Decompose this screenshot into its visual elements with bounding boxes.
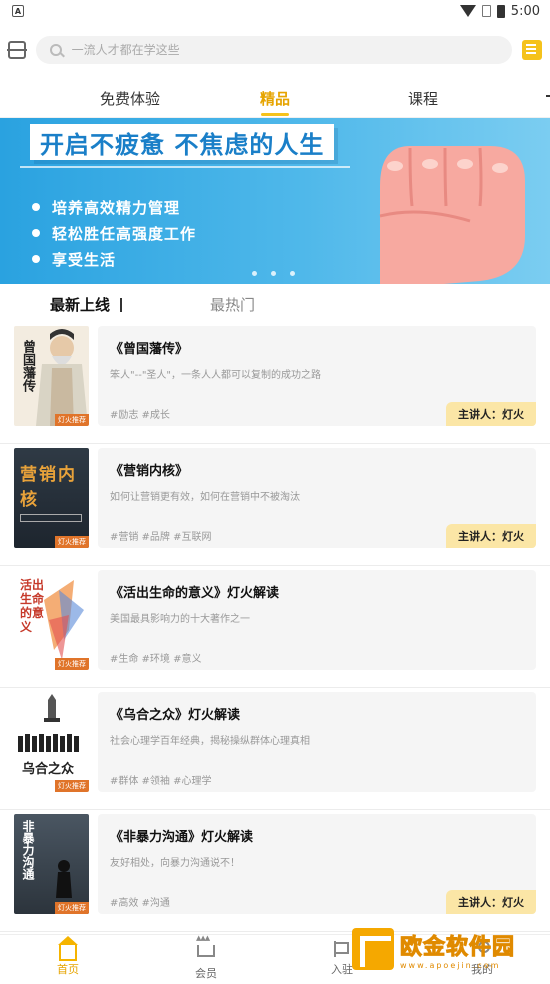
promo-banner[interactable]: 开启不疲惫 不焦虑的人生 培养高效精力管理 轻松胜任高强度工作 享受生活 xyxy=(0,118,550,284)
course-cover[interactable]: 乌合之众 灯火推荐 xyxy=(14,692,89,792)
list-subtabs: 最新上线 最热门 xyxy=(0,284,550,324)
course-item[interactable]: 乌合之众 灯火推荐 《乌合之众》灯火解读 社会心理学百年经典，揭秘操纵群体心理真… xyxy=(0,688,550,810)
cover-label: 灯火推荐 xyxy=(55,414,89,426)
course-desc: 如何让营销更有效，如何在营销中不被淘汰 xyxy=(110,492,300,503)
tab-free-trial[interactable]: 免费体验 xyxy=(100,78,160,118)
course-card[interactable]: 《非暴力沟通》灯火解读 友好相处，向暴力沟通说不！ #高效 #沟通 主讲人：灯火 xyxy=(98,814,536,914)
cover-label: 灯火推荐 xyxy=(55,536,89,548)
watermark-text: 欧金软件园 xyxy=(399,934,516,960)
crown-icon xyxy=(196,934,215,957)
nav-vip[interactable]: 会员 xyxy=(176,934,236,981)
nav-vip-label: 会员 xyxy=(195,967,217,980)
battery-icon xyxy=(496,4,505,18)
notes-icon[interactable] xyxy=(522,40,542,60)
banner-point-text: 轻松胜任高强度工作 xyxy=(52,224,197,243)
course-cover[interactable]: 营销内核 灯火推荐 xyxy=(14,448,89,548)
cover-label: 灯火推荐 xyxy=(55,780,89,792)
banner-title: 开启不疲惫 不焦虑的人生 xyxy=(40,130,325,159)
subtab-hottest[interactable]: 最热门 xyxy=(210,294,255,315)
sim-icon xyxy=(481,5,491,17)
nav-home-label: 首页 xyxy=(57,963,79,976)
course-title: 《非暴力沟通》灯火解读 xyxy=(110,830,254,845)
bullet-icon xyxy=(32,255,40,263)
carousel-dot[interactable] xyxy=(252,271,257,276)
cover-art xyxy=(18,694,79,752)
banner-point: 享受生活 xyxy=(32,246,196,272)
course-item[interactable]: 活出生命的意义 灯火推荐 《活出生命的意义》灯火解读 美国最具影响力的十大著作之… xyxy=(0,566,550,688)
speaker-badge: 主讲人：灯火 xyxy=(446,524,536,548)
search-bar xyxy=(0,22,550,78)
banner-point: 轻松胜任高强度工作 xyxy=(32,220,196,246)
course-card[interactable]: 《乌合之众》灯火解读 社会心理学百年经典，揭秘操纵群体心理真相 #群体 #领袖 … xyxy=(98,692,536,792)
course-tags: #群体 #领袖 #心理学 xyxy=(110,776,212,787)
course-card[interactable]: 《曾国藩传》 笨人"--"圣人"，一条人人都可以复制的成功之路 #励志 #成长 … xyxy=(98,326,536,426)
course-desc: 社会心理学百年经典，揭秘操纵群体心理真相 xyxy=(110,736,310,747)
cover-decoration xyxy=(20,514,82,522)
search-input[interactable] xyxy=(71,43,498,57)
cover-text: 活出生命的意义 xyxy=(20,578,45,634)
course-tags: #营销 #品牌 #互联网 xyxy=(110,532,212,543)
cover-text: 营销内核 xyxy=(20,465,77,510)
status-time: 5:00 xyxy=(510,3,540,19)
watermark-logo-icon xyxy=(352,928,394,970)
course-tags: #高效 #沟通 xyxy=(110,898,170,909)
carousel-dot[interactable] xyxy=(271,271,276,276)
speaker-badge: 主讲人：灯火 xyxy=(446,890,536,914)
banner-point-text: 享受生活 xyxy=(52,250,117,269)
course-card[interactable]: 《营销内核》 如何让营销更有效，如何在营销中不被淘汰 #营销 #品牌 #互联网 … xyxy=(98,448,536,548)
banner-point: 培养高效精力管理 xyxy=(32,194,196,220)
bullet-icon xyxy=(32,203,40,211)
scan-icon[interactable] xyxy=(7,41,27,59)
course-item[interactable]: 非暴力沟通 灯火推荐 《非暴力沟通》灯火解读 友好相处，向暴力沟通说不！ #高效… xyxy=(0,810,550,932)
subtab-cursor xyxy=(120,298,122,312)
course-desc: 美国最具影响力的十大著作之一 xyxy=(110,614,250,625)
more-tabs-indicator[interactable] xyxy=(546,95,550,97)
cover-text: 乌合之众 xyxy=(22,762,75,777)
course-tags: #励志 #成长 xyxy=(110,410,170,421)
wifi-icon xyxy=(459,5,476,17)
tab-courses[interactable]: 课程 xyxy=(408,78,438,118)
tab-boutique[interactable]: 精品 xyxy=(260,78,290,118)
course-title: 《营销内核》 xyxy=(110,464,189,479)
status-bar: A 5:00 xyxy=(0,0,550,22)
course-cover[interactable]: 曾国藩传 灯火推荐 xyxy=(14,326,89,426)
banner-point-text: 培养高效精力管理 xyxy=(52,198,181,217)
status-icons: 5:00 xyxy=(459,3,540,19)
course-desc: 友好相处，向暴力沟通说不！ xyxy=(110,858,240,869)
fist-illustration xyxy=(379,146,525,284)
speaker-badge: 主讲人：灯火 xyxy=(446,402,536,426)
carousel-dot[interactable] xyxy=(290,271,295,276)
course-title: 《乌合之众》灯火解读 xyxy=(110,708,241,723)
home-icon xyxy=(58,936,78,961)
bullet-icon xyxy=(32,229,40,237)
notification-icon: A xyxy=(12,5,24,17)
watermark-url: www.apoejin.com xyxy=(400,960,501,970)
carousel-dots[interactable] xyxy=(252,271,295,276)
course-card[interactable]: 《活出生命的意义》灯火解读 美国最具影响力的十大著作之一 #生命 #环境 #意义 xyxy=(98,570,536,670)
cover-art xyxy=(56,860,72,898)
course-title: 《曾国藩传》 xyxy=(110,342,189,357)
nav-join-label: 入驻 xyxy=(331,963,353,976)
course-tags: #生命 #环境 #意义 xyxy=(110,654,202,665)
cover-text: 曾国藩传 xyxy=(20,340,35,392)
category-tabs: 免费体验 精品 课程 xyxy=(0,78,550,118)
flag-icon xyxy=(334,941,350,957)
search-icon xyxy=(50,44,62,56)
cover-label: 灯火推荐 xyxy=(55,902,89,914)
course-cover[interactable]: 活出生命的意义 灯火推荐 xyxy=(14,570,89,670)
banner-points: 培养高效精力管理 轻松胜任高强度工作 享受生活 xyxy=(32,194,196,272)
course-title: 《活出生命的意义》灯火解读 xyxy=(110,586,280,601)
banner-divider xyxy=(20,166,350,168)
cover-label: 灯火推荐 xyxy=(55,658,89,670)
course-item[interactable]: 曾国藩传 灯火推荐 《曾国藩传》 笨人"--"圣人"，一条人人都可以复制的成功之… xyxy=(0,322,550,444)
subtab-newest[interactable]: 最新上线 xyxy=(50,294,110,315)
nav-home[interactable]: 首页 xyxy=(38,936,98,977)
course-desc: 笨人"--"圣人"，一条人人都可以复制的成功之路 xyxy=(110,370,322,381)
course-cover[interactable]: 非暴力沟通 灯火推荐 xyxy=(14,814,89,914)
banner-title-box: 开启不疲惫 不焦虑的人生 xyxy=(30,124,335,160)
site-watermark: 欧金软件园 www.apoejin.com xyxy=(352,926,542,972)
course-item[interactable]: 营销内核 灯火推荐 《营销内核》 如何让营销更有效，如何在营销中不被淘汰 #营销… xyxy=(0,444,550,566)
search-box[interactable] xyxy=(36,36,512,64)
